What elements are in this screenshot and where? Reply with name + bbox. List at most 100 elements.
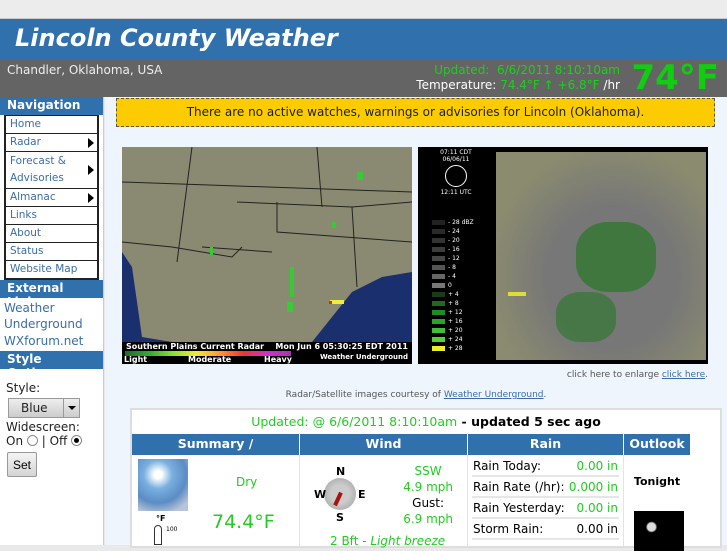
chevron-down-icon [63,399,79,417]
nav-label: Forecast & Advisories [10,155,66,184]
link-wxforum[interactable]: WXforum.net [0,333,103,349]
wu-logo: Weather Underground [319,353,408,361]
site-title: Lincoln County Weather [0,19,727,60]
header-outlook: Outlook [624,434,690,455]
dbz-scale-item: - 16 [432,245,494,254]
regional-radar-image[interactable]: Southern Plains Current Radar Mon Jun 6 … [122,147,412,364]
updated-at: Updated: @ 6/6/2011 8:10:10am [251,414,458,429]
rain-label: Storm Rain: [473,522,544,536]
widescreen-off-radio[interactable] [71,435,83,446]
rain-row: Rain Rate (/hr): 0.000 in [472,477,619,498]
submenu-arrow-icon [88,137,94,148]
compass-e: E [358,488,366,501]
nav-links[interactable]: Links [5,207,98,225]
gust-speed: 6.9 mph [403,512,453,526]
rain-value: 0.000 in [568,480,618,494]
outlook-period: Tonight [633,475,681,488]
updated-value: 6/6/2011 8:10:10am [496,63,620,77]
dbz-scale-item: + 20 [432,326,494,335]
compass-icon: N E S W [314,465,366,525]
wind-cell: N E S W SSW 4.9 mph Gust: 6.9 mph 2 Bft … [300,455,468,548]
updated-time: Updated: 6/6/2011 8:10:10am [434,63,620,77]
nav-label: Website Map [10,263,78,275]
compass-s: S [336,511,344,524]
nav-menu: Home Radar Forecast & Advisories Almanac… [4,115,99,280]
on-label: On [6,434,24,448]
style-options-heading: Style Options [0,351,103,380]
temp-rate-unit: /hr [603,78,620,92]
temperature-line: Temperature: 74.4°F ↑ +6.8°F /hr [416,78,620,92]
compass-n: N [336,465,346,478]
nav-about[interactable]: About [5,225,98,243]
header-wind: Wind [300,434,468,455]
condition: Dry [236,475,258,489]
nav-label: Links [10,209,37,221]
summary-cell: Dry 74.4°F °F 100 [132,455,300,546]
nav-home[interactable]: Home [5,115,98,134]
set-button[interactable]: Set [7,452,37,477]
rain-row: Rain Yesterday: 0.00 in [472,498,619,519]
rain-cell: Rain Today: 0.00 in Rain Rate (/hr): 0.000… [468,455,624,546]
style-select[interactable]: Blue [8,398,80,418]
advisory-banner: There are no active watches, warnings or… [116,98,715,127]
dbz-scale-item: - 20 [432,236,494,245]
wind-direction: SSW [414,464,442,478]
thermo-mark: 100 [166,526,178,533]
nav-radar[interactable]: Radar [5,134,98,152]
big-temperature: 74°F [631,58,719,98]
updated-ago: - updated 5 sec ago [457,414,601,429]
arrow-up-icon: ↑ [543,78,554,92]
dbz-scale-item: + 12 [432,308,494,317]
widescreen-on-radio[interactable] [26,435,38,446]
courtesy-note: Radar/Satellite images courtesy of Weath… [285,390,547,400]
radar-map [122,147,412,342]
rain-value: 0.00 in [576,501,618,515]
nav-forecast[interactable]: Forecast & Advisories [5,152,98,189]
dbz-scale-item: - 28 dBZ [432,218,494,227]
enlarge-link[interactable]: click here [662,370,705,380]
rain-row: Storm Rain: 0.00 in [472,519,619,540]
nav-status[interactable]: Status [5,243,98,261]
nav-almanac[interactable]: Almanac [5,189,98,207]
dbz-scale-item: + 24 [432,335,494,344]
updated-label: Updated [434,63,486,77]
dbz-scale-item: - 24 [432,227,494,236]
header-summary: Summary / Temperature [132,434,300,471]
courtesy-text: Radar/Satellite images courtesy of [285,390,441,400]
local-time: 07:11 CDT [440,149,472,156]
nav-heading: Navigation [0,97,103,115]
submenu-arrow-icon [88,192,94,203]
dbz-scale-item: + 4 [432,290,494,299]
location: Chandler, Oklahoma, USA [7,63,163,77]
clock-icon [445,165,467,187]
courtesy-link[interactable]: Weather Underground [444,390,544,400]
current-conditions-panel: Updated: @ 6/6/2011 8:10:10am - updated … [130,408,722,551]
dbz-scale-item: - 4 [432,272,494,281]
rain-label: Rain Rate (/hr): [473,480,565,494]
external-links: Weather Underground WXforum.net [0,300,103,349]
main-content: There are no active watches, warnings or… [105,97,727,551]
beaufort: 2 Bft - Light breeze [330,534,445,548]
style-options: Style: Blue Widescreen: On | Off Set [0,369,103,489]
dbz-scale-item: - 12 [432,254,494,263]
radar-legend: Southern Plains Current Radar Mon Jun 6 … [122,342,412,364]
local-radar-image[interactable]: 07:11 CDT 06/06/11 12:11 UTC - 28 dBZ - 2… [418,147,708,364]
local-radar-map [496,152,706,360]
wind-values: SSW 4.9 mph Gust: 6.9 mph [403,463,453,527]
nav-website-map[interactable]: Website Map [5,261,98,279]
nav-label: Status [10,245,44,257]
local-date: 06/06/11 [442,156,470,163]
style-label: Style: [6,381,41,395]
compass-w: W [314,488,327,501]
temp-value: 74.4°F [500,78,540,92]
rain-value: 0.00 in [576,459,618,473]
temp-rate: +6.8°F [557,78,600,92]
widescreen-label: Widescreen: [6,420,80,434]
link-weather-underground[interactable]: Weather Underground [0,300,103,332]
enlarge-text: click here to enlarge [566,370,659,380]
nav-label: Home [10,118,42,130]
rain-row: Rain Today: 0.00 in [472,456,619,477]
enlarge-note: click here to enlarge click here. [566,370,708,380]
dbz-scale-item: + 8 [432,299,494,308]
radar-key: 07:11 CDT 06/06/11 12:11 UTC - 28 dBZ - 2… [418,147,494,364]
